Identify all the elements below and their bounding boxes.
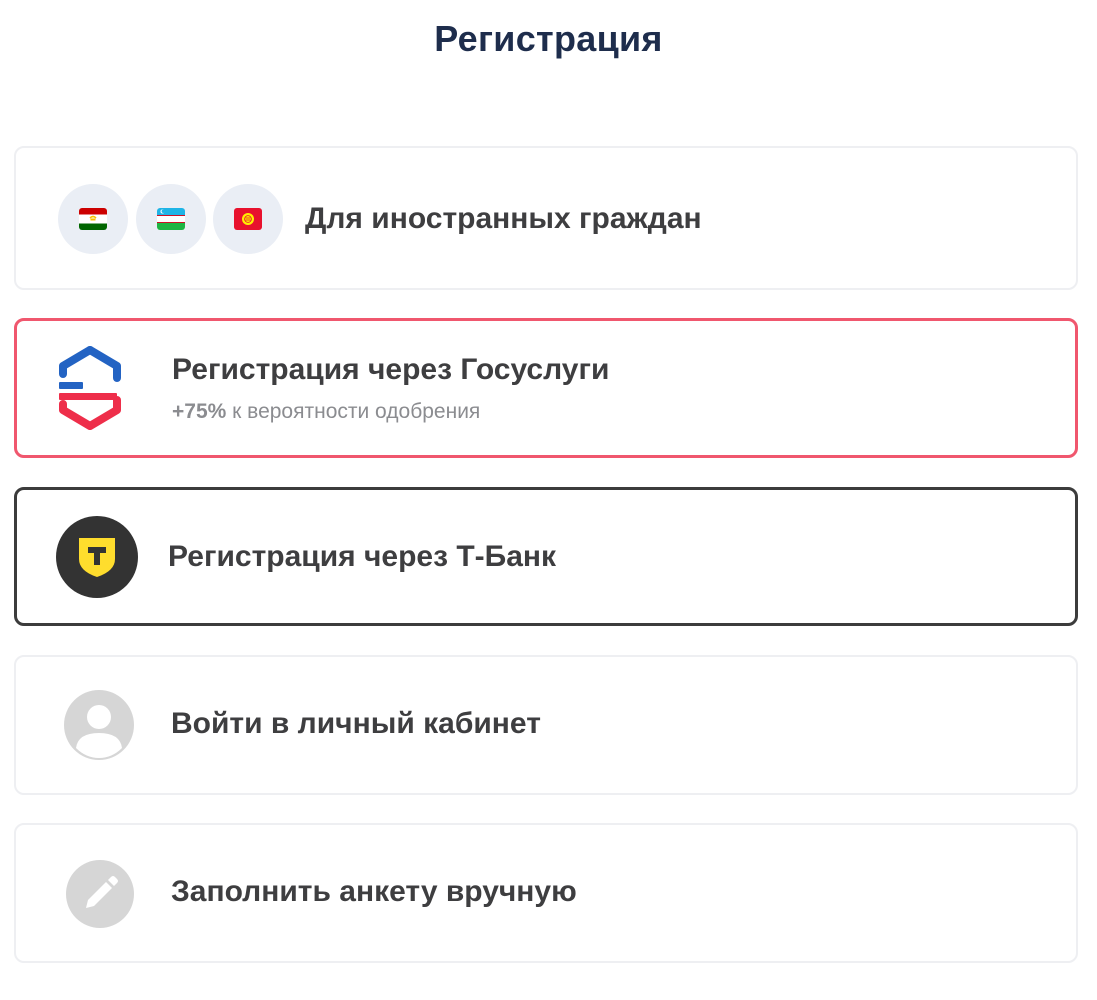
foreign-citizens-label: Для иностранных граждан [305,202,702,235]
approval-text: к вероятности одобрения [226,400,481,423]
tbank-label: Регистрация через Т-Банк [168,540,557,573]
page-title: Регистрация [434,18,663,59]
approval-percent: +75% [172,400,227,423]
gosuslugi-registration-button[interactable]: Регистрация через Госуслуги +75% к вероя… [14,318,1078,458]
foreign-citizens-button[interactable]: Для иностранных граждан [14,146,1078,290]
pencil-icon [66,860,134,928]
manual-form-label: Заполнить анкету вручную [171,875,577,908]
gosuslugi-label: Регистрация через Госуслуги [172,353,610,386]
login-label: Войти в личный кабинет [171,707,541,740]
uzbekistan-flag-icon [136,184,206,254]
user-icon [64,690,134,760]
tbank-registration-button[interactable]: Регистрация через Т-Банк [14,487,1078,626]
manual-form-button[interactable]: Заполнить анкету вручную [14,823,1078,963]
kyrgyzstan-flag-icon [213,184,283,254]
tbank-icon [55,515,139,599]
login-button[interactable]: Войти в личный кабинет [14,655,1078,795]
tajikistan-flag-icon [58,184,128,254]
gosuslugi-subtitle: +75% к вероятности одобрения [172,400,480,424]
gosuslugi-icon [57,346,123,432]
